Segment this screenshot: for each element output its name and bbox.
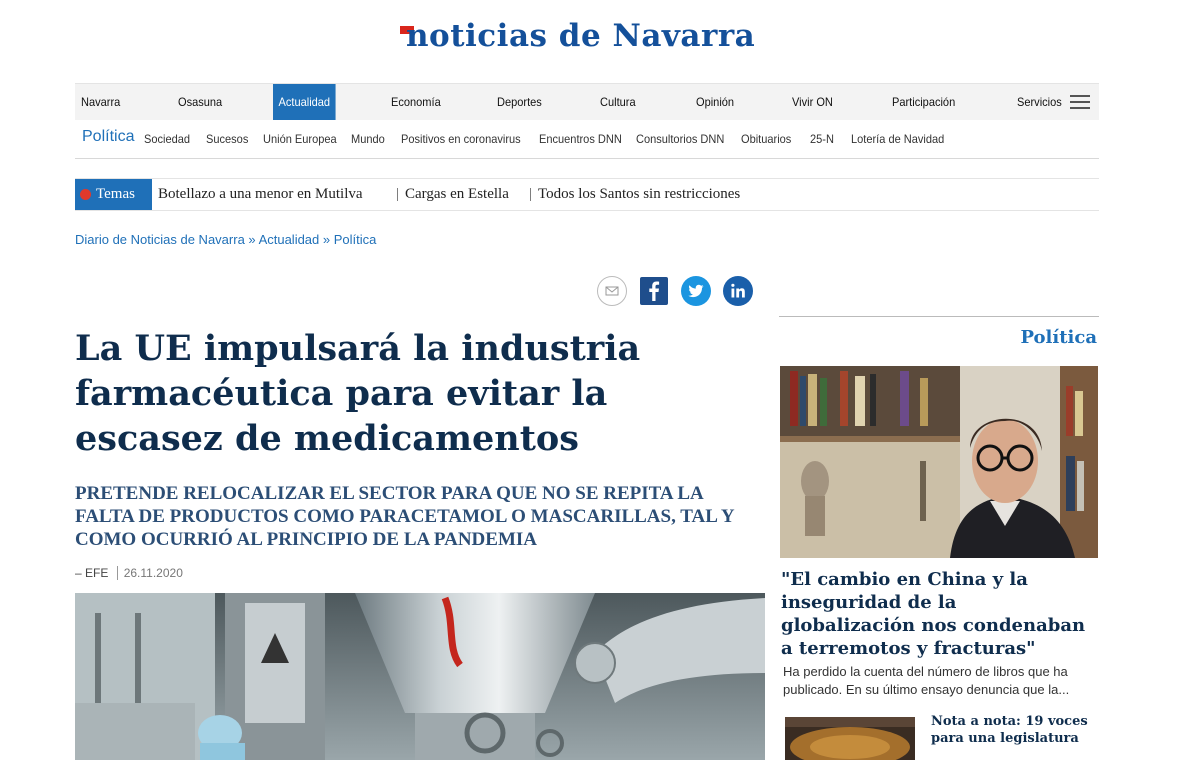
subnav-item-sucesos[interactable]: Sucesos	[206, 132, 248, 146]
breadcrumb-separator: »	[322, 232, 331, 247]
subnav-item-sociedad[interactable]: Sociedad	[144, 132, 190, 146]
sidebar-divider	[779, 316, 1099, 317]
subnav-item-loteria[interactable]: Lotería de Navidad	[851, 132, 944, 146]
nav-item-vivir-on[interactable]: Vivir ON	[792, 84, 833, 120]
tema-separator: |	[396, 186, 400, 202]
logo-text: noticias de Navarra	[406, 18, 756, 54]
main-nav: Navarra Osasuna Actualidad Economía Depo…	[75, 83, 1099, 120]
article-subhead: Pretende relocalizar el sector para que …	[75, 483, 734, 550]
subnav-item-consultorios[interactable]: Consultorios DNN	[636, 132, 724, 146]
live-dot-icon	[80, 189, 91, 200]
subnav-item-25n[interactable]: 25-N	[810, 132, 834, 146]
site-logo[interactable]: noticias de Navarra	[400, 18, 755, 56]
tema-link[interactable]: Todos los Santos sin restricciones	[538, 179, 740, 210]
breadcrumb-link[interactable]: Política	[334, 232, 377, 247]
hamburger-menu-icon[interactable]	[1070, 95, 1090, 109]
tema-link[interactable]: Cargas en Estella	[405, 179, 509, 210]
subnav-item-encuentros[interactable]: Encuentros DNN	[539, 132, 622, 146]
sidebar-small-thumbnail[interactable]	[785, 717, 915, 760]
subnav-item-obituarios[interactable]: Obituarios	[741, 132, 791, 146]
subnav-item-mundo[interactable]: Mundo	[351, 132, 385, 146]
sidebar-main-excerpt: Ha perdido la cuenta del número de libro…	[783, 664, 1070, 697]
linkedin-share-button[interactable]	[723, 276, 753, 306]
subnav-item-positivos[interactable]: Positivos en coronavirus	[401, 132, 521, 146]
sidebar-section-title[interactable]: Política	[950, 327, 1097, 348]
temas-label-box: Temas	[75, 179, 152, 210]
article-photo	[75, 593, 765, 760]
nav-item-cultura[interactable]: Cultura	[600, 84, 636, 120]
sidebar-main-photo[interactable]	[780, 366, 1098, 558]
breadcrumb: Diario de Noticias de Navarra » Actualid…	[75, 232, 376, 247]
twitter-icon	[688, 284, 704, 298]
nav-item-participacion[interactable]: Participación	[892, 84, 955, 120]
nav-item-economia[interactable]: Economía	[391, 84, 441, 120]
facebook-share-button[interactable]	[640, 277, 668, 305]
article-author: – EFE	[75, 566, 109, 580]
tema-link[interactable]: Botellazo a una menor en Mutilva	[158, 179, 363, 210]
nav-item-servicios[interactable]: Servicios	[1017, 84, 1062, 120]
facebook-icon	[649, 281, 660, 301]
email-share-button[interactable]	[597, 276, 627, 306]
email-icon	[605, 286, 619, 296]
nav-item-navarra[interactable]: Navarra	[81, 84, 120, 120]
tema-separator: |	[529, 186, 533, 202]
sidebar-small-title[interactable]: Nota a nota: 19 voces para una legislatu…	[931, 713, 1091, 747]
article-byline: – EFE 26.11.2020	[75, 566, 183, 580]
subnav-item-union-europea[interactable]: Unión Europea	[263, 132, 337, 146]
sidebar-main-title[interactable]: "El cambio en China y la inseguridad de …	[781, 568, 1086, 660]
temas-bar: Temas Botellazo a una menor en Mutilva |…	[75, 178, 1099, 211]
nav-item-deportes[interactable]: Deportes	[497, 84, 542, 120]
breadcrumb-separator: »	[248, 232, 256, 247]
breadcrumb-link[interactable]: Actualidad	[259, 232, 320, 247]
temas-label: Temas	[96, 186, 135, 202]
linkedin-icon	[731, 283, 745, 298]
nav-item-actualidad[interactable]: Actualidad	[273, 84, 336, 120]
subnav-section-title[interactable]: Política	[82, 128, 134, 146]
sub-nav: Política Sociedad Sucesos Unión Europea …	[75, 120, 1099, 159]
nav-item-opinion[interactable]: Opinión	[696, 84, 734, 120]
breadcrumb-link[interactable]: Diario de Noticias de Navarra	[75, 232, 245, 247]
article-headline: La UE impulsará la industria farmacéutic…	[75, 328, 641, 459]
article-date: 26.11.2020	[116, 566, 183, 580]
twitter-share-button[interactable]	[681, 276, 711, 306]
nav-item-osasuna[interactable]: Osasuna	[178, 84, 222, 120]
